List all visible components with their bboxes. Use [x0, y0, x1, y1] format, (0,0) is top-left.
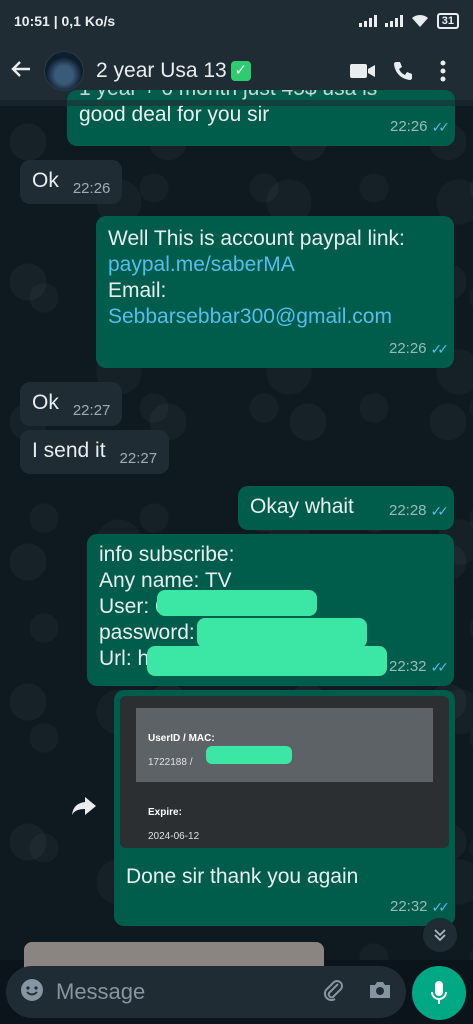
message-input[interactable]: Message	[56, 979, 322, 1005]
message-text: I send it	[32, 439, 106, 462]
email-link[interactable]: Sebbarsebbar300@gmail.com	[108, 304, 442, 330]
read-ticks-icon: ✓✓	[430, 503, 450, 519]
redaction-mark	[197, 618, 367, 648]
message-text: Done sir thank you again	[126, 865, 359, 888]
message-time: 22:32 ✓✓	[390, 894, 451, 920]
message-text-line: Email:	[108, 279, 167, 302]
contact-name[interactable]: 2 year Usa 13 ✓	[96, 59, 343, 83]
message-text: Ok	[32, 169, 59, 192]
message-time: 22:26	[72, 180, 111, 197]
message-text: Ok	[32, 391, 59, 414]
message-text-line: info subscribe:	[99, 543, 235, 566]
card-expire-label: Expire:	[148, 807, 182, 818]
forward-icon[interactable]	[64, 786, 104, 826]
verified-badge-icon: ✓	[230, 61, 251, 81]
message-bubble-outgoing-image[interactable]: UserID / MAC: 1722188 / Expire: 2024-06-…	[114, 690, 455, 926]
wifi-icon	[411, 14, 428, 27]
screenshot-attachment[interactable]: UserID / MAC: 1722188 / Expire: 2024-06-…	[120, 696, 449, 848]
camera-icon[interactable]	[368, 980, 392, 1005]
message-time: 22:27	[72, 402, 111, 419]
emoji-icon[interactable]	[20, 978, 44, 1007]
more-vert-icon[interactable]	[423, 60, 463, 82]
redaction-mark	[157, 590, 317, 616]
message-bubble-outgoing[interactable]: info subscribe: Any name: TV User: 6 pas…	[87, 534, 454, 686]
message-text-line: Well This is account paypal link:	[108, 227, 405, 250]
mic-icon[interactable]	[412, 966, 466, 1020]
message-time: 22:27	[119, 450, 158, 467]
chevron-down-icon[interactable]	[423, 918, 457, 952]
signal-icon-2	[384, 15, 403, 27]
signal-icon	[358, 15, 377, 27]
read-ticks-icon: ✓✓	[431, 899, 451, 915]
message-time: 22:26 ✓✓	[389, 336, 450, 362]
message-time: 22:32 ✓✓	[389, 654, 450, 680]
read-ticks-icon: ✓✓	[430, 659, 450, 675]
card-userid-label: UserID / MAC:	[148, 733, 215, 744]
status-bar: 10:51 | 0,1 Ko/s 31	[0, 0, 473, 42]
message-input-bar[interactable]: Message	[6, 966, 406, 1018]
battery-icon: 31	[436, 13, 459, 29]
message-bubble-outgoing[interactable]: Well This is account paypal link: paypal…	[96, 216, 454, 368]
read-ticks-icon: ✓✓	[431, 119, 451, 135]
read-ticks-icon: ✓✓	[430, 341, 450, 357]
attach-icon[interactable]	[322, 978, 344, 1007]
paypal-link[interactable]: paypal.me/saberMA	[108, 252, 442, 278]
redaction-mark	[147, 646, 387, 676]
video-call-icon[interactable]	[343, 62, 383, 80]
message-bubble-incoming[interactable]: Ok 22:26	[20, 160, 123, 204]
card-userid-value: 1722188 /	[148, 757, 193, 768]
message-bubble-incoming[interactable]: Ok 22:27	[20, 382, 123, 426]
status-time: 10:51 | 0,1 Ko/s	[14, 13, 116, 29]
redaction-mark	[206, 746, 292, 764]
avatar[interactable]	[44, 51, 84, 91]
message-text: Okay whait	[250, 495, 354, 518]
phone-icon[interactable]	[383, 60, 423, 82]
card-expire-value: 2024-06-12	[148, 831, 200, 842]
back-arrow-icon[interactable]	[10, 56, 36, 87]
message-bubble-outgoing[interactable]: 1 year + 6 month just 45$ usa is good de…	[67, 90, 455, 146]
message-time: 22:26 ✓✓	[390, 114, 451, 140]
contact-name-text: 2 year Usa 13	[96, 59, 227, 82]
message-time: 22:28 ✓✓	[389, 498, 450, 524]
message-bubble-incoming[interactable]: I send it 22:27	[20, 430, 170, 474]
message-bubble-outgoing[interactable]: Okay whait 22:28 ✓✓	[238, 486, 454, 530]
